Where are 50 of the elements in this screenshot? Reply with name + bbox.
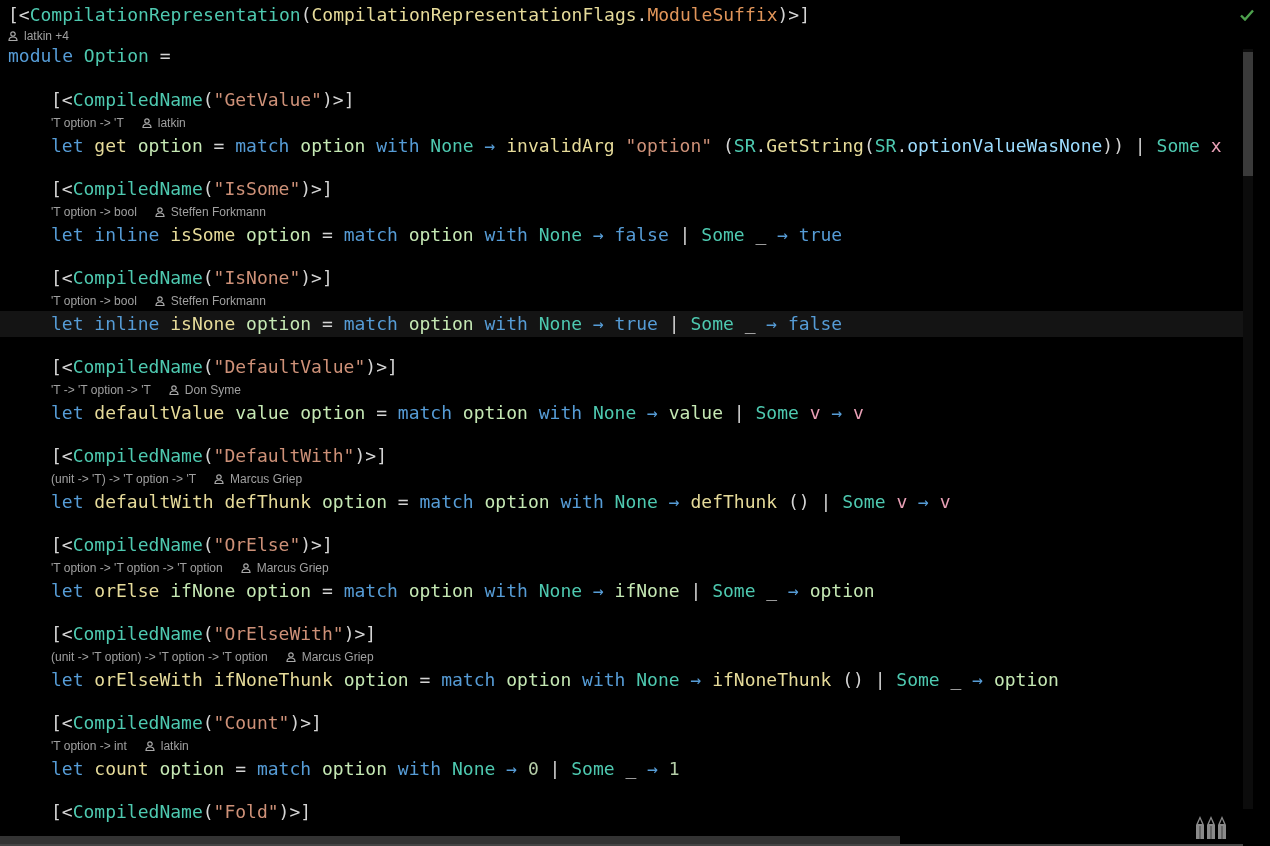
person-icon [240, 563, 251, 573]
code-line: [<CompiledName("OrElseWith")>] [51, 622, 377, 646]
person-icon [214, 474, 225, 484]
scrollbar-thumb[interactable] [0, 836, 900, 844]
code-line: [<CompiledName("GetValue")>] [51, 88, 355, 112]
type-signature: 'T option -> int [51, 739, 127, 753]
type-signature: 'T option -> 'T option -> 'T option [51, 561, 223, 575]
pencils-icon[interactable] [1195, 815, 1229, 839]
person-icon [141, 118, 152, 128]
author-label[interactable]: Marcus Griep [301, 650, 374, 664]
check-icon [1240, 9, 1254, 21]
code-line: let get option = match option with None → invalidArg "option" (SR.GetString(SR.optionValueWasNone)) | Some x [51, 134, 1222, 158]
code-line: module Option = [8, 44, 171, 68]
code-line: [<CompiledName("Count")>] [51, 711, 322, 735]
person-icon [8, 30, 18, 41]
code-line: let orElse ifNone option = match option with None → ifNone | Some _ → option [51, 579, 875, 603]
author-label[interactable]: latkin [160, 739, 189, 753]
type-signature: (unit -> 'T option) -> 'T option -> 'T option [51, 650, 268, 664]
code-line: let count option = match option with None → 0 | Some _ → 1 [51, 757, 680, 781]
type-signature: 'T option -> bool [51, 205, 137, 219]
type-signature: 'T option -> bool [51, 294, 137, 308]
vertical-scrollbar[interactable] [1243, 49, 1253, 809]
author-label[interactable]: Steffen Forkmann [170, 294, 266, 308]
horizontal-scrollbar[interactable] [0, 836, 1243, 846]
code-line: [<CompiledName("Fold")>] [51, 800, 312, 824]
code-line: [<CompilationRepresentation(CompilationRepresentationFlags.ModuleSuffix)>] [8, 3, 810, 27]
author-label[interactable]: latkin +4 [24, 28, 70, 43]
code-line: [<CompiledName("DefaultValue")>] [51, 355, 398, 379]
scrollbar-thumb[interactable] [1243, 52, 1253, 176]
person-icon [144, 741, 155, 751]
code-line: [<CompiledName("DefaultWith")>] [51, 444, 387, 468]
author-label[interactable]: latkin [157, 116, 186, 130]
person-icon [285, 652, 296, 662]
code-line: let inline isSome option = match option with None → false | Some _ → true [51, 223, 843, 247]
type-signature: 'T option -> 'T [51, 116, 124, 130]
person-icon [154, 207, 165, 217]
person-icon [154, 296, 165, 306]
author-label[interactable]: Marcus Griep [256, 561, 329, 575]
person-icon [168, 385, 179, 395]
code-line: [<CompiledName("IsSome")>] [51, 177, 333, 201]
code-line: let defaultValue value option = match option with None → value | Some v → v [51, 401, 864, 425]
code-line: let orElseWith ifNoneThunk option = match option with None → ifNoneThunk () | Some _ → option [51, 668, 1059, 692]
type-signature: 'T -> 'T option -> 'T [51, 383, 151, 397]
author-label[interactable]: Don Syme [184, 383, 241, 397]
code-line: [<CompiledName("IsNone")>] [51, 266, 333, 290]
type-signature: (unit -> 'T) -> 'T option -> 'T [51, 472, 197, 486]
author-label[interactable]: Marcus Griep [230, 472, 303, 486]
code-line: let defaultWith defThunk option = match option with None → defThunk () | Some v → v [51, 490, 951, 514]
author-label[interactable]: Steffen Forkmann [170, 205, 266, 219]
code-line: [<CompiledName("OrElse")>] [51, 533, 333, 557]
